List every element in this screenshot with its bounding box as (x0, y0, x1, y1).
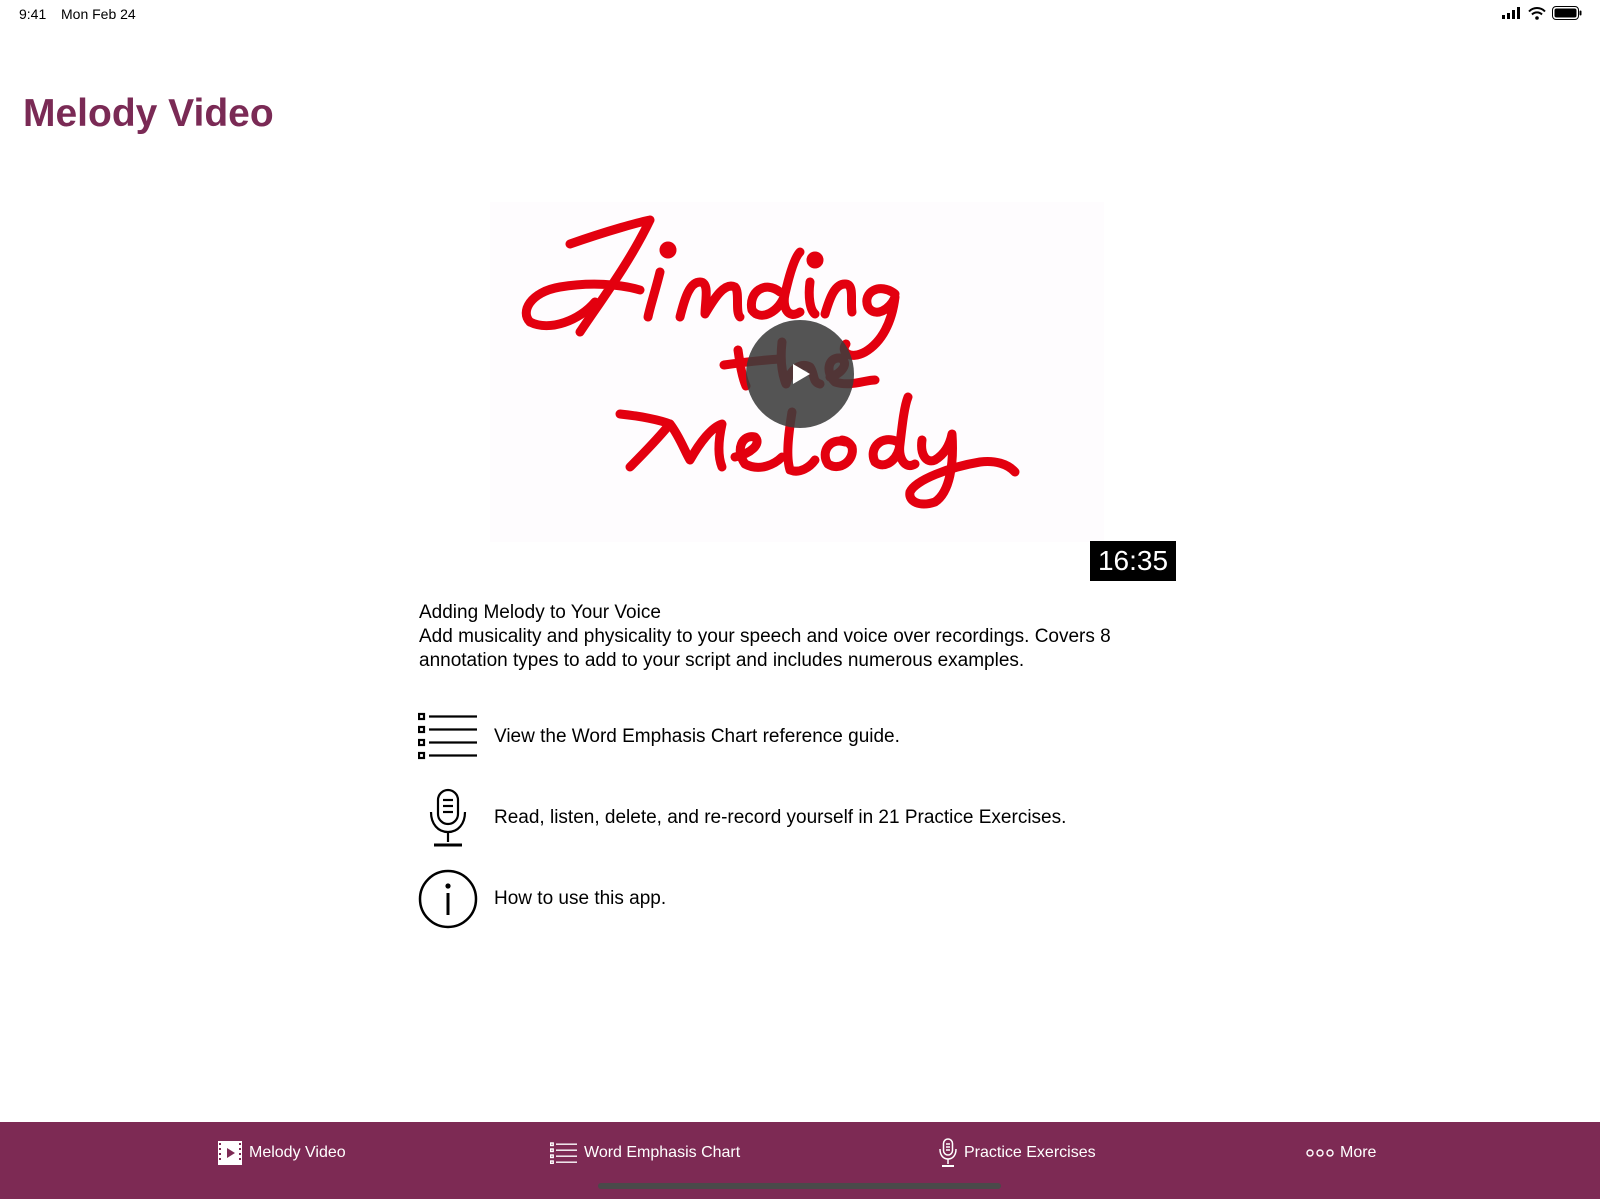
tab-label: More (1340, 1144, 1377, 1161)
video-thumbnail[interactable] (490, 202, 1104, 542)
status-date: Mon Feb 24 (61, 6, 136, 22)
status-bar: 9:41 Mon Feb 24 (0, 0, 1600, 28)
page-title: Melody Video (23, 92, 274, 135)
home-indicator (598, 1183, 1001, 1189)
tab-practice-exercises[interactable]: Practice Exercises (938, 1138, 1096, 1168)
film-icon (218, 1141, 242, 1165)
info-icon (418, 869, 478, 929)
tab-label: Melody Video (249, 1144, 346, 1161)
tab-more[interactable]: More (1306, 1138, 1376, 1168)
list-icon (418, 707, 478, 767)
link-label: How to use this app. (494, 888, 667, 909)
battery-icon (1552, 6, 1582, 20)
play-icon (793, 364, 810, 384)
microphone-icon (418, 788, 478, 848)
wifi-icon (1528, 6, 1546, 20)
play-button[interactable] (746, 320, 854, 428)
link-label: Read, listen, delete, and re-record your… (494, 807, 1067, 828)
tab-word-emphasis-chart[interactable]: Word Emphasis Chart (550, 1138, 740, 1168)
video-title: Adding Melody to Your Voice (419, 602, 661, 623)
cellular-signal-icon (1502, 7, 1520, 19)
video-duration-badge: 16:35 (1090, 541, 1176, 581)
video-description: Add musicality and physicality to your s… (419, 626, 1111, 671)
microphone-icon (939, 1138, 957, 1167)
word-emphasis-chart-link[interactable]: View the Word Emphasis Chart reference g… (418, 707, 1178, 767)
status-time: 9:41 (19, 6, 47, 22)
link-label: View the Word Emphasis Chart reference g… (494, 726, 900, 747)
tab-melody-video[interactable]: Melody Video (217, 1138, 346, 1168)
app-page: 9:41 Mon Feb 24 Melody Video 16:35 Addin… (0, 0, 1600, 1199)
more-dots-icon (1306, 1149, 1334, 1157)
tab-label: Word Emphasis Chart (584, 1144, 741, 1161)
list-icon (550, 1142, 577, 1164)
status-icons (1502, 6, 1582, 20)
video-info: Adding Melody to Your Voice Add musicali… (419, 601, 1179, 673)
tab-label: Practice Exercises (964, 1144, 1096, 1161)
how-to-use-link[interactable]: How to use this app. (418, 869, 1178, 929)
practice-exercises-link[interactable]: Read, listen, delete, and re-record your… (418, 788, 1178, 848)
